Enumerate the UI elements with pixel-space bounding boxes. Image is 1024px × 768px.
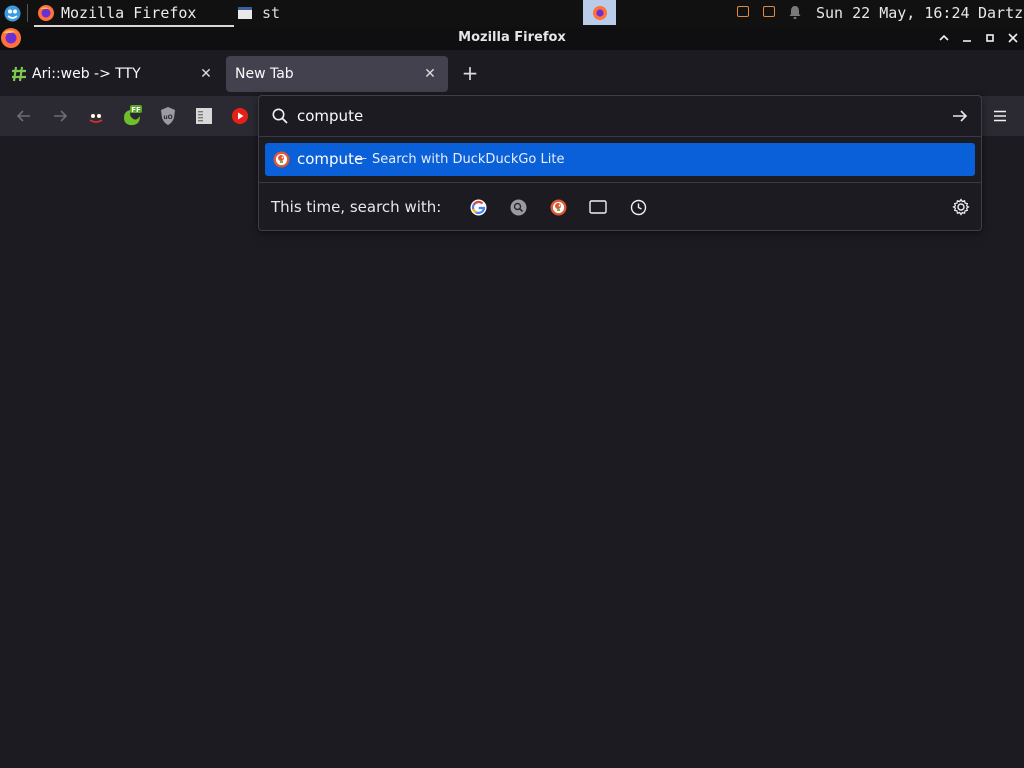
gear-icon[interactable] <box>950 196 972 218</box>
oneoff-label: This time, search with: <box>271 198 442 216</box>
youtube-icon[interactable] <box>228 104 252 128</box>
taskbar-separator <box>27 4 28 22</box>
ublock-origin-icon[interactable]: uO <box>156 104 180 128</box>
go-arrow-icon[interactable] <box>952 108 968 124</box>
urlbar-input[interactable] <box>297 105 897 127</box>
search-suggestion-row[interactable]: compute — Search with DuckDuckGo Lite <box>265 143 975 176</box>
bell-icon[interactable] <box>788 5 802 20</box>
distro-logo-icon[interactable] <box>4 5 21 22</box>
new-tab-button[interactable]: + <box>458 62 482 86</box>
tab-close-icon[interactable]: ✕ <box>420 64 440 84</box>
tab-ari-web[interactable]: Ari::web -> TTY ✕ <box>4 56 224 92</box>
focused-window-indicator[interactable] <box>583 0 616 25</box>
search-engine-icon[interactable] <box>507 196 529 218</box>
suggestion-action: Search with DuckDuckGo Lite <box>372 152 565 167</box>
tab-label: New Tab <box>235 66 294 82</box>
search-icon <box>271 107 289 125</box>
tab-close-icon[interactable]: ✕ <box>196 64 216 84</box>
svg-text:FF: FF <box>131 106 141 114</box>
duckduckgo-icon <box>273 151 290 168</box>
tab-strip: Ari::web -> TTY ✕ New Tab ✕ + <box>0 50 1024 96</box>
tabs-icon[interactable] <box>587 196 609 218</box>
chat-icon[interactable] <box>737 6 749 17</box>
reader-icon[interactable] <box>192 104 216 128</box>
foxyproxy-icon[interactable]: FF <box>120 104 144 128</box>
suggestion-separator: — <box>354 151 367 166</box>
hamburger-menu-icon[interactable] <box>988 104 1012 128</box>
oneoff-divider <box>259 182 981 183</box>
taskbar-item-label: st <box>262 4 281 22</box>
firefox-icon <box>37 4 55 22</box>
duckduckgo-icon[interactable] <box>547 196 569 218</box>
tab-label: Ari::web -> TTY <box>32 66 141 82</box>
restore-icon[interactable] <box>981 29 999 47</box>
close-icon[interactable] <box>1004 29 1022 47</box>
window-titlebar: Mozilla Firefox <box>0 27 1024 50</box>
taskbar-item-label: Mozilla Firefox <box>61 3 197 22</box>
urlbar-popup: compute — Search with DuckDuckGo Lite Th… <box>258 95 982 231</box>
clock: Sun 22 May, 16:24 <box>816 4 970 22</box>
urlbar-divider <box>259 136 981 137</box>
urlbar-input-row <box>259 96 981 136</box>
privacy-badger-icon[interactable] <box>84 104 108 128</box>
google-icon[interactable] <box>467 196 489 218</box>
maximize-up-icon[interactable] <box>935 29 953 47</box>
taskbar-item-firefox[interactable]: Mozilla Firefox <box>34 0 234 27</box>
tab-new-tab[interactable]: New Tab ✕ <box>226 56 448 92</box>
minimize-icon[interactable] <box>958 29 976 47</box>
firefox-icon <box>592 5 608 21</box>
forward-button[interactable] <box>48 104 72 128</box>
hash-icon <box>10 65 28 83</box>
message-icon[interactable] <box>763 6 775 17</box>
back-button[interactable] <box>12 104 36 128</box>
history-icon[interactable] <box>627 196 649 218</box>
window-title: Mozilla Firefox <box>458 30 566 45</box>
system-taskbar: Mozilla Firefox st Sun 22 May, 16:24 Dar… <box>0 0 1024 27</box>
taskbar-item-st[interactable]: st <box>236 0 316 26</box>
terminal-window-icon <box>238 7 252 19</box>
username: Dartz <box>978 4 1024 22</box>
svg-text:uO: uO <box>163 114 172 121</box>
